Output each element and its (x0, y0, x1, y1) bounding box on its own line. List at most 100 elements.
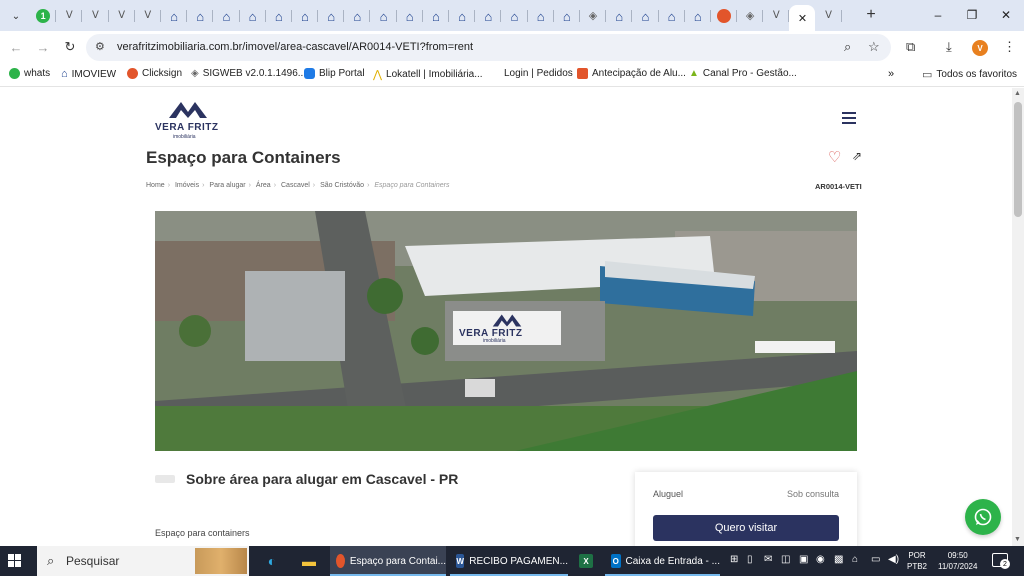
file-explorer-icon[interactable]: ▬ (297, 549, 321, 573)
tab[interactable]: ᐯ (109, 5, 135, 27)
tab[interactable]: ⌂ (240, 5, 266, 27)
windows-start-icon[interactable] (8, 554, 22, 568)
forward-icon[interactable]: → (34, 38, 52, 56)
tray-icon-red[interactable]: ▩ (834, 554, 843, 565)
tab[interactable]: ⌂ (501, 5, 528, 27)
tray-icon-usb[interactable]: ▯ (747, 554, 753, 565)
bookmark-antecipacao[interactable]: Antecipação de Alu... (577, 68, 686, 79)
tab[interactable]: ◈ (737, 5, 764, 27)
excel-icon[interactable]: X (574, 549, 598, 573)
zoom-icon[interactable]: ⌕ (844, 39, 851, 55)
taskbar-search[interactable]: ⌕ Pesquisar (37, 546, 249, 576)
tab[interactable]: 1 (30, 5, 57, 27)
tab[interactable]: ⌂ (423, 5, 450, 27)
favorite-heart-icon[interactable]: ♡ (828, 148, 841, 166)
tab[interactable]: ⌂ (632, 5, 659, 27)
scroll-thumb[interactable] (1014, 102, 1022, 217)
bookmark-login-pedidos[interactable]: Login | Pedidos (504, 68, 573, 79)
address-bar[interactable]: ⚙ verafritzimobiliaria.com.br/imovel/are… (86, 34, 891, 61)
tab[interactable]: ⌂ (475, 5, 502, 27)
tab[interactable]: ⌂ (659, 5, 685, 27)
tab[interactable]: ⌂ (370, 5, 397, 27)
bookmarks-overflow-icon[interactable]: » (888, 68, 894, 80)
share-icon[interactable]: ⇗ (852, 149, 862, 163)
visit-button[interactable]: Quero visitar (653, 515, 839, 541)
bookmark-blip[interactable]: Blip Portal (304, 68, 365, 79)
house-icon: ⌂ (484, 8, 493, 24)
breadcrumb-imoveis[interactable]: Imóveis (175, 182, 199, 189)
bookmark-lokatell[interactable]: ⋀ Lokatell | Imobiliária... (373, 68, 483, 81)
task-chrome[interactable]: Espaço para Contai... (330, 546, 446, 576)
vera-fritz-icon: ᐯ (825, 10, 832, 21)
bookmark-label: Clicksign (142, 68, 183, 79)
url-text[interactable]: verafritzimobiliaria.com.br/imovel/area-… (117, 41, 473, 53)
tray-icon-network-share[interactable]: ⊞ (730, 554, 738, 565)
tray-icon-vpn[interactable]: ⌂ (852, 554, 858, 565)
page-scrollbar[interactable]: ▲ ▼ (1012, 88, 1024, 546)
tab[interactable]: ⌂ (318, 5, 345, 27)
downloads-icon[interactable]: ⤓ (946, 39, 952, 55)
property-photo[interactable]: VERA FRITZ imobiliária (155, 211, 857, 451)
bookmark-sigweb[interactable]: ◈ SIGWEB v2.0.1.1496... (191, 68, 306, 79)
task-word[interactable]: W RECIBO PAGAMEN... (450, 546, 568, 576)
back-icon[interactable]: ← (7, 38, 25, 56)
tab[interactable]: ᐯ (82, 5, 109, 27)
bookmark-star-icon[interactable]: ☆ (868, 39, 880, 55)
tab[interactable]: ⌂ (685, 5, 712, 27)
tab[interactable]: ⌂ (397, 5, 424, 27)
speaker-icon[interactable]: ◀) (888, 554, 899, 565)
tab[interactable]: ᐯ (763, 5, 790, 27)
tab[interactable]: ⌂ (213, 5, 240, 27)
tab[interactable]: ⌂ (449, 5, 476, 27)
breadcrumb-para-alugar[interactable]: Para alugar (209, 182, 245, 189)
tab[interactable]: ◈ (580, 5, 607, 27)
minimize-button[interactable]: – (923, 5, 953, 25)
tab[interactable]: ⌂ (187, 5, 214, 27)
tab[interactable]: ᐯ (56, 5, 83, 27)
tab[interactable]: ⌂ (606, 5, 633, 27)
site-settings-icon[interactable]: ⚙ (95, 40, 105, 53)
new-tab-button[interactable]: + (862, 6, 880, 24)
more-menu-icon[interactable]: ⋮ (1003, 39, 1016, 55)
tray-icon-outlook[interactable]: ◫ (781, 554, 790, 565)
whatsapp-float-button[interactable] (965, 499, 1001, 535)
breadcrumb-area[interactable]: Área (256, 182, 271, 189)
bookmark-imoview[interactable]: ⌂ IMOVIEW (61, 68, 116, 80)
close-window-button[interactable]: ✕ (991, 5, 1021, 25)
tab[interactable]: ᐯ (135, 5, 162, 27)
tab[interactable]: ⌂ (161, 5, 188, 27)
extensions-icon[interactable]: ⧉ (906, 39, 915, 55)
tab-active[interactable]: ✕ (789, 5, 816, 31)
reload-icon[interactable]: ↻ (61, 38, 79, 56)
tray-icon-display[interactable]: ▭ (871, 554, 880, 565)
tab[interactable]: ⌂ (266, 5, 293, 27)
breadcrumb-cascavel[interactable]: Cascavel (281, 182, 310, 189)
tray-icon-orange[interactable]: ◉ (816, 554, 825, 565)
vera-fritz-icon: ᐯ (92, 10, 99, 21)
tray-icon-mail[interactable]: ✉ (764, 554, 772, 565)
tab[interactable]: ⌂ (344, 5, 371, 27)
profile-avatar[interactable]: V (972, 40, 988, 56)
scroll-up-icon[interactable]: ▲ (1014, 90, 1021, 97)
breadcrumb-home[interactable]: Home (146, 182, 165, 189)
tab-search-chevron-icon[interactable]: ⌄ (6, 6, 26, 26)
tab[interactable]: ᐯ (815, 5, 842, 27)
tab[interactable] (711, 5, 738, 27)
tray-icon-anydesk[interactable]: ▣ (799, 554, 808, 565)
edge-icon[interactable]: ◐ (260, 549, 284, 573)
tab[interactable]: ⌂ (292, 5, 319, 27)
breadcrumb-sao-cristovao[interactable]: São Cristóvão (320, 182, 364, 189)
taskbar-clock[interactable]: 09:50 11/07/2024 (938, 550, 977, 572)
bookmark-all-favorites[interactable]: ▭ Todos os favoritos (922, 68, 1017, 81)
language-indicator[interactable]: POR PTB2 (907, 550, 927, 572)
task-outlook[interactable]: O Caixa de Entrada - ... (605, 546, 720, 576)
hamburger-menu-icon[interactable] (842, 112, 856, 124)
bookmark-whats[interactable]: whats (9, 68, 50, 79)
bookmark-canal-pro[interactable]: ▲ Canal Pro - Gestão... (689, 68, 797, 79)
tab[interactable]: ⌂ (528, 5, 554, 27)
tab[interactable]: ⌂ (554, 5, 581, 27)
restore-button[interactable]: ❐ (957, 5, 987, 25)
bookmark-clicksign[interactable]: Clicksign (127, 68, 182, 79)
scroll-down-icon[interactable]: ▼ (1014, 536, 1021, 543)
site-logo[interactable]: VERA FRITZ imobiliária (155, 100, 221, 140)
